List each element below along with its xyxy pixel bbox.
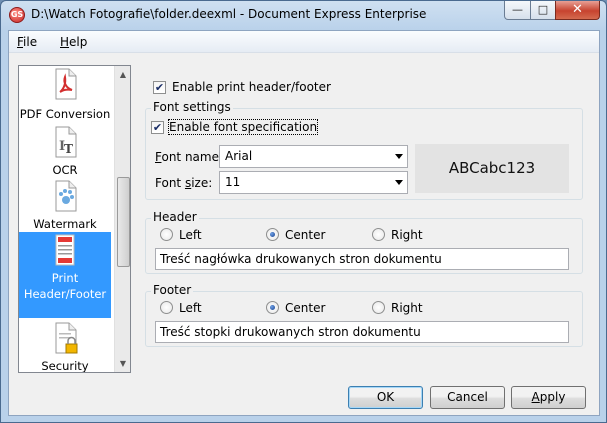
watermark-icon [55, 180, 77, 212]
font-settings-group-label: Font settings [151, 100, 233, 114]
minimize-button[interactable]: — [504, 1, 531, 20]
chevron-down-icon[interactable] [395, 154, 403, 159]
apply-button[interactable]: Apply [511, 386, 586, 409]
font-name-label-text: ont name: [161, 150, 224, 164]
header-text-input[interactable]: Treść nagłówka drukowanych stron dokumen… [155, 248, 569, 270]
scroll-up-arrow[interactable]: ▲ [115, 66, 130, 83]
font-name-label: Font name: [155, 150, 223, 164]
app-icon[interactable]: GS [9, 7, 25, 23]
svg-text:T: T [64, 142, 73, 156]
sidebar-item-label: PDF Conversion [19, 107, 111, 121]
enable-header-footer-checkbox[interactable]: ✔ [153, 81, 166, 94]
scroll-down-arrow[interactable]: ▼ [115, 355, 130, 372]
ocr-icon: I T [55, 126, 77, 158]
sidebar-item-print-header-footer[interactable]: Print Header/Footer [19, 232, 111, 318]
font-preview: ABCabc123 [415, 144, 569, 193]
chevron-down-icon[interactable] [395, 180, 403, 185]
enable-font-spec-label[interactable]: Enable font specification [167, 119, 319, 135]
font-size-label: Font size: [155, 176, 212, 190]
sidebar-scrollbar[interactable]: ▲ ▼ [114, 66, 130, 372]
apply-label: pply [539, 390, 566, 404]
sidebar-item-label: Security [41, 359, 89, 373]
enable-header-footer-label[interactable]: Enable print header/footer [172, 80, 331, 94]
category-sidebar: PDF Conversion I T OCR Watermark Print H… [18, 65, 131, 373]
footer-left-radio[interactable] [160, 301, 173, 314]
font-name-value: Arial [225, 149, 253, 163]
sidebar-item-ocr[interactable]: I T OCR [19, 124, 111, 178]
close-button[interactable]: ✕ [555, 1, 600, 20]
menu-help-label: elp [69, 35, 88, 49]
ok-button[interactable]: OK [348, 386, 423, 409]
enable-font-spec-checkbox[interactable]: ✔ [151, 121, 164, 134]
dialog-client-area: File Help PDF Conversion I T OCR Waterma… [8, 30, 600, 416]
font-size-label-pre: Font [155, 176, 185, 190]
security-icon [55, 322, 78, 354]
header-right-label[interactable]: Right [391, 228, 423, 242]
window-title: D:\Watch Fotografie\folder.deexml - Docu… [31, 7, 427, 21]
header-left-label[interactable]: Left [179, 228, 202, 242]
footer-right-radio[interactable] [372, 301, 385, 314]
sidebar-item-label: Header/Footer [23, 287, 107, 301]
sidebar-item-pdf-conversion[interactable]: PDF Conversion [19, 66, 111, 124]
footer-center-label[interactable]: Center [285, 301, 325, 315]
pdf-icon [55, 68, 77, 100]
menu-help-mnemonic: H [60, 35, 70, 49]
header-center-label[interactable]: Center [285, 228, 325, 242]
maximize-button[interactable]: □ [530, 1, 556, 20]
menu-help[interactable]: Help [60, 35, 87, 49]
menu-file[interactable]: File [17, 35, 37, 49]
menu-bar: File Help [9, 31, 599, 53]
footer-left-label[interactable]: Left [179, 301, 202, 315]
header-group-label: Header [151, 210, 199, 224]
sidebar-item-label: Watermark [33, 217, 97, 231]
apply-mnemonic: A [531, 390, 540, 404]
app-window: GS D:\Watch Fotografie\folder.deexml - D… [0, 0, 607, 423]
scroll-thumb[interactable] [117, 177, 130, 267]
header-left-radio[interactable] [160, 228, 173, 241]
header-footer-icon [55, 234, 75, 266]
font-size-combobox[interactable]: 11 [219, 171, 408, 194]
menu-file-label: ile [23, 35, 38, 49]
sidebar-item-watermark[interactable]: Watermark [19, 178, 111, 232]
footer-group-label: Footer [151, 283, 194, 297]
sidebar-item-security[interactable]: Security [19, 318, 111, 373]
footer-center-radio[interactable] [266, 301, 279, 314]
sidebar-item-label: Print [51, 271, 79, 285]
cancel-button[interactable]: Cancel [430, 386, 505, 409]
footer-right-label[interactable]: Right [391, 301, 423, 315]
header-right-radio[interactable] [372, 228, 385, 241]
header-center-radio[interactable] [266, 228, 279, 241]
title-bar[interactable]: GS D:\Watch Fotografie\folder.deexml - D… [1, 1, 606, 29]
sidebar-item-label: OCR [52, 163, 78, 177]
font-size-value: 11 [225, 175, 241, 189]
font-size-label-text: ize: [191, 176, 213, 190]
footer-text-input[interactable]: Treść stopki drukowanych stron dokumentu [155, 321, 569, 343]
font-name-combobox[interactable]: Arial [219, 145, 408, 168]
